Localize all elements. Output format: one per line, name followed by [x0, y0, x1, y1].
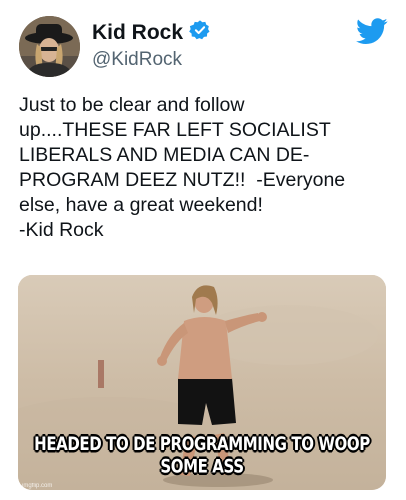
avatar[interactable] — [19, 16, 80, 77]
tweet-card: Kid Rock @KidRock Just to be clear and f… — [0, 0, 406, 500]
twitter-bird-icon[interactable] — [356, 18, 388, 45]
tweet-text: Just to be clear and follow up....THESE … — [19, 94, 346, 241]
handle[interactable]: @KidRock — [92, 49, 182, 71]
name-row: Kid Rock — [92, 19, 211, 46]
watermark: imgflip.com — [22, 483, 53, 489]
meme-caption: HEADED TO DE PROGRAMMING TO WOOP SOME AS… — [34, 432, 370, 478]
tweet-header: Kid Rock @KidRock — [19, 16, 392, 78]
display-name[interactable]: Kid Rock — [92, 21, 183, 45]
tweet-media[interactable]: HEADED TO DE PROGRAMMING TO WOOP SOME AS… — [18, 275, 386, 490]
verified-badge-icon — [189, 19, 211, 46]
